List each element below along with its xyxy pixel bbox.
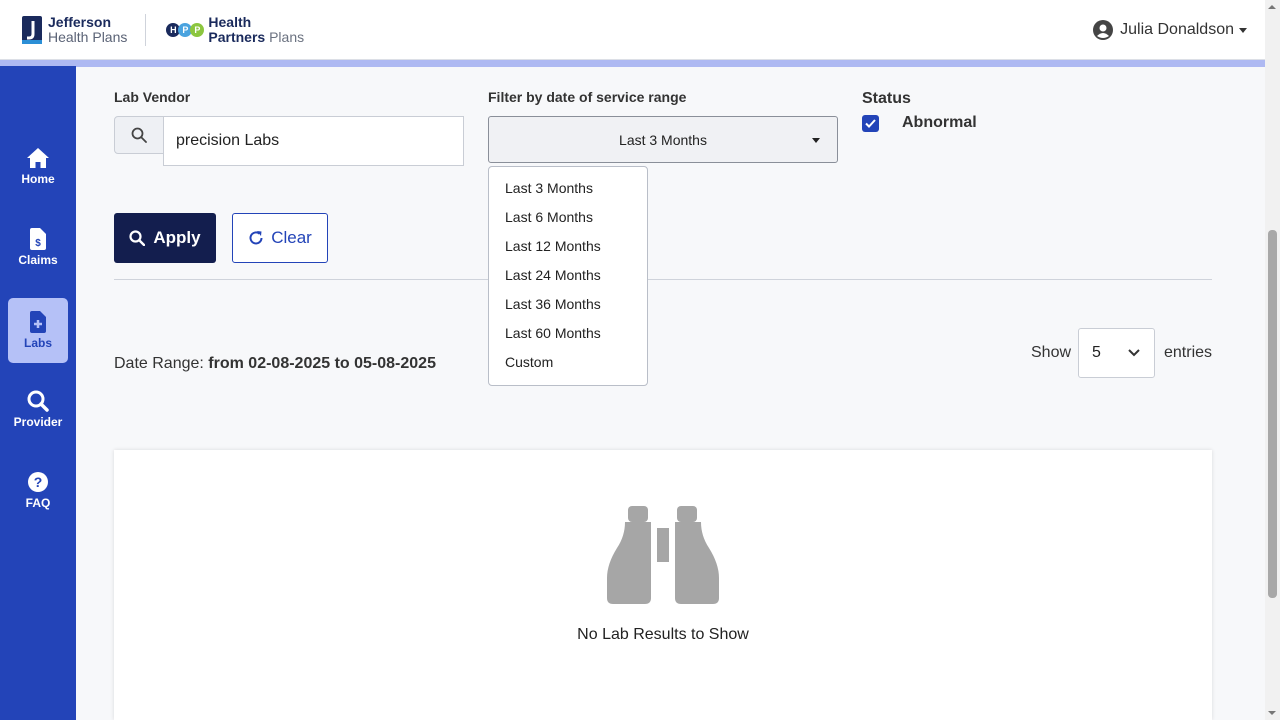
dropdown-item-last-24-months[interactable]: Last 24 Months xyxy=(489,261,647,290)
sidebar-item-label: Labs xyxy=(23,336,52,350)
dropdown-item-last-12-months[interactable]: Last 12 Months xyxy=(489,232,647,261)
hpp-dots-icon: H P P xyxy=(166,23,205,37)
clear-button[interactable]: Clear xyxy=(232,213,328,263)
hpp-logo: H P P Health Partners Plans xyxy=(166,15,304,45)
search-icon xyxy=(129,230,146,246)
hpp-line2b: Plans xyxy=(269,29,305,45)
question-icon: ? xyxy=(28,472,48,492)
hpp-line2a: Partners xyxy=(208,29,266,45)
page-scrollbar[interactable] xyxy=(1265,0,1280,720)
dropdown-item-last-60-months[interactable]: Last 60 Months xyxy=(489,319,647,348)
results-card: No Lab Results to Show xyxy=(114,450,1212,720)
date-range-prefix: Date Range: xyxy=(114,355,204,372)
jefferson-mark-icon xyxy=(22,16,42,44)
clear-label: Clear xyxy=(271,228,312,247)
sidebar-item-label: Claims xyxy=(18,253,58,267)
range-label: Filter by date of service range xyxy=(488,89,687,105)
entries-value: 5 xyxy=(1092,344,1101,361)
home-icon xyxy=(27,148,49,168)
apply-button[interactable]: Apply xyxy=(114,213,216,263)
sidebar-item-faq[interactable]: ? FAQ xyxy=(8,458,68,523)
dropdown-item-custom[interactable]: Custom xyxy=(489,348,647,377)
sidebar-item-home[interactable]: Home xyxy=(8,134,68,199)
vendor-search-button[interactable] xyxy=(114,116,164,154)
scrollbar-thumb[interactable] xyxy=(1268,230,1277,598)
abnormal-label[interactable]: Abnormal xyxy=(902,114,977,132)
date-range-selected: Last 3 Months xyxy=(619,131,707,148)
scroll-down-arrow-icon[interactable] xyxy=(1268,711,1276,715)
binoculars-icon xyxy=(607,506,719,604)
jefferson-logo[interactable]: Jefferson Health Plans H P P Health Part… xyxy=(22,14,304,46)
dropdown-item-last-3-months[interactable]: Last 3 Months xyxy=(489,174,647,203)
svg-text:?: ? xyxy=(34,474,43,490)
brand-divider xyxy=(145,14,147,46)
brand-line2: Health Plans xyxy=(48,29,128,45)
user-name: Julia Donaldson xyxy=(1120,21,1234,38)
refresh-icon xyxy=(249,231,263,245)
status-label: Status xyxy=(862,90,911,107)
labs-icon xyxy=(30,311,46,333)
sidebar-item-claims[interactable]: $ Claims xyxy=(8,215,68,280)
hpp-line1: Health xyxy=(208,14,252,30)
dropdown-item-last-6-months[interactable]: Last 6 Months xyxy=(489,203,647,232)
section-divider xyxy=(114,279,1212,280)
entries-label: entries xyxy=(1164,344,1213,361)
apply-label: Apply xyxy=(153,228,201,247)
sidebar: Home $ Claims Labs Provider ? FAQ xyxy=(0,66,76,720)
header-accent-bar xyxy=(0,60,1265,67)
top-header: Jefferson Health Plans H P P Health Part… xyxy=(0,0,1265,60)
search-icon xyxy=(27,390,49,412)
sidebar-item-label: Provider xyxy=(13,415,63,429)
chevron-down-icon xyxy=(812,138,820,143)
user-avatar-icon xyxy=(1093,20,1114,40)
brand-line1: Jefferson xyxy=(48,14,112,30)
check-icon xyxy=(865,119,876,128)
empty-state-message: No Lab Results to Show xyxy=(577,626,749,643)
sidebar-item-provider[interactable]: Provider xyxy=(8,377,68,442)
date-range-select[interactable]: Last 3 Months xyxy=(488,116,838,163)
user-menu[interactable]: Julia Donaldson xyxy=(1093,20,1247,40)
abnormal-checkbox[interactable] xyxy=(862,115,879,132)
date-range-value: from 02-08-2025 to 05-08-2025 xyxy=(208,355,436,372)
entries-select[interactable]: 5 xyxy=(1078,328,1155,378)
sidebar-item-label: Home xyxy=(21,172,55,186)
dropdown-item-last-36-months[interactable]: Last 36 Months xyxy=(489,290,647,319)
sidebar-item-labs[interactable]: Labs xyxy=(8,298,68,363)
chevron-down-icon xyxy=(1239,27,1247,33)
claims-icon: $ xyxy=(30,228,46,250)
vendor-input[interactable]: precision Labs xyxy=(163,116,464,166)
vendor-label: Lab Vendor xyxy=(114,89,191,105)
date-range-dropdown: Last 3 Months Last 6 Months Last 12 Mont… xyxy=(488,166,648,386)
svg-text:$: $ xyxy=(35,238,41,249)
show-label: Show xyxy=(1031,344,1072,361)
chevron-down-icon xyxy=(1128,349,1140,357)
search-icon xyxy=(131,127,147,143)
date-range-summary: Date Range: from 02-08-2025 to 05-08-202… xyxy=(114,355,436,373)
sidebar-item-label: FAQ xyxy=(25,496,51,510)
scroll-up-arrow-icon[interactable] xyxy=(1268,5,1276,9)
hpp-dot-p2: P xyxy=(190,23,205,37)
